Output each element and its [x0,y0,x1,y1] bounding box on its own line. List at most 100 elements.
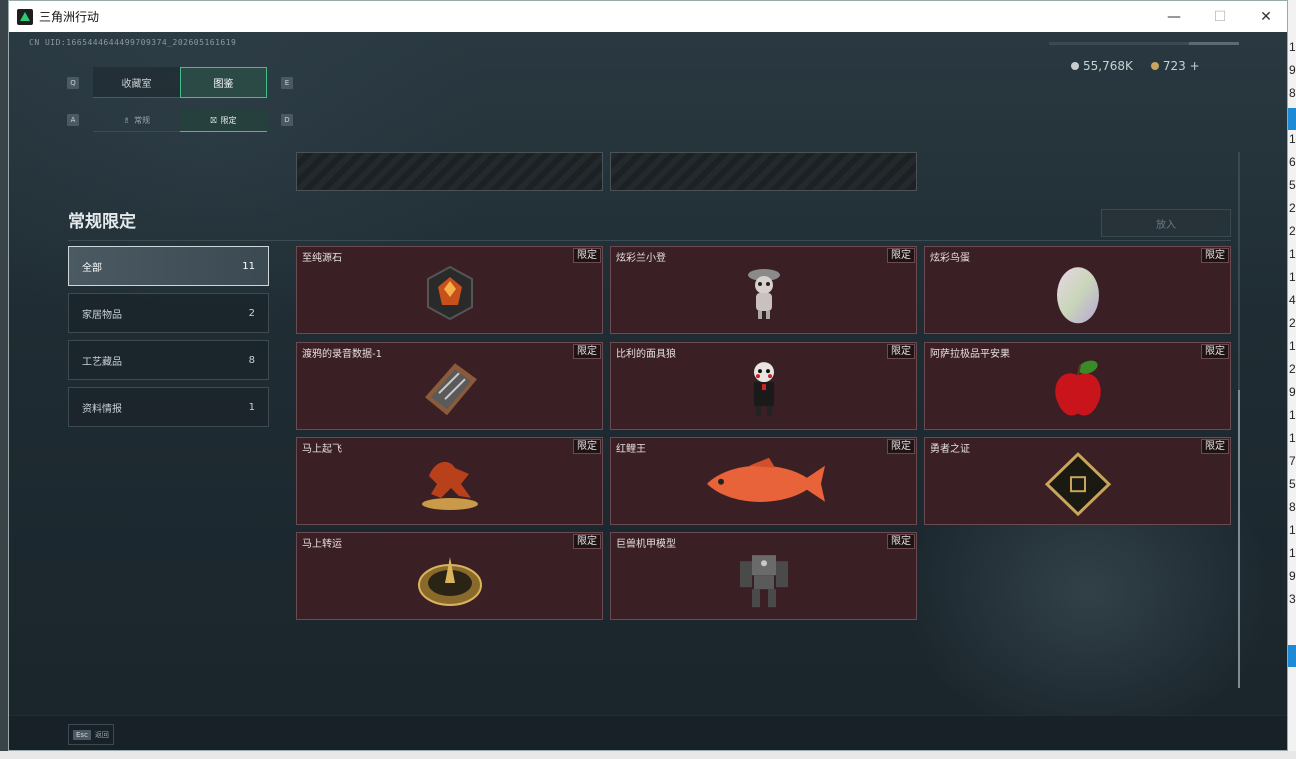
item-card[interactable]: 马上转运 限定 [296,532,603,620]
horse-icon [421,461,478,510]
limited-icon: ⛝ [210,115,217,125]
desktop-number: 1 [1289,339,1296,353]
desktop-number: 1 [1289,40,1296,54]
key-hint-d: D [281,114,293,126]
category-crafts[interactable]: 工艺藏品 8 [68,340,269,380]
carp-icon [706,457,825,502]
item-name: 比利的面具狼 [616,349,676,360]
desktop-number: 9 [1289,385,1296,399]
desktop-number: 2 [1289,201,1296,215]
previous-item-card[interactable] [610,152,917,191]
tab-collection-room[interactable]: 收藏室 [93,67,180,98]
category-intel[interactable]: 资料情报 1 [68,387,269,427]
puppet-icon [753,362,774,417]
maximize-button[interactable]: ☐ [1197,1,1243,32]
limited-badge: 限定 [573,344,601,359]
figurine-icon [747,269,780,319]
item-name: 至纯源石 [302,253,342,264]
scrollbar-thumb[interactable] [1238,390,1240,688]
limited-badge: 限定 [887,439,915,454]
category-all[interactable]: 全部 11 [68,246,269,286]
game-screen: CN UID:1665444644499709374_202605161619 … [9,32,1287,750]
item-name: 阿萨拉极品平安果 [930,349,1010,360]
desktop-number: 2 [1289,362,1296,376]
item-card[interactable]: 炫彩兰小登 限定 [610,246,917,334]
subtab-limited[interactable]: ⛝ 限定 [180,110,267,132]
gold-coin-icon [1150,62,1159,70]
item-name: 炫彩兰小登 [616,253,666,264]
previous-item-card[interactable] [296,152,603,191]
item-card[interactable]: 炫彩鸟蛋 限定 [924,246,1231,334]
subtab-regular[interactable]: ♗ 常规 [93,110,180,132]
compass-icon [417,557,482,606]
category-count: 1 [248,401,255,413]
item-name: 炫彩鸟蛋 [930,253,970,264]
silver-coin-icon [1071,62,1079,70]
item-card[interactable]: 巨兽机甲模型 限定 [610,532,917,620]
item-name: 勇者之证 [930,444,970,455]
gold-amount: 723 + [1162,59,1200,73]
section-title: 常规限定 [68,212,136,232]
silver-amount: 55,768K [1083,59,1133,73]
limited-badge: 限定 [887,248,915,263]
desktop-number: 4 [1289,293,1296,307]
desktop-number: 5 [1289,178,1296,192]
desktop-number: 2 [1289,224,1296,238]
item-card[interactable]: 至纯源石 限定 [296,246,603,334]
app-logo-icon [17,8,33,25]
esc-key-icon: Esc [73,729,91,740]
desktop-number: 1 [1289,408,1296,422]
key-hint-q: Q [67,77,79,89]
pawn-icon: ♗ [122,116,131,125]
section-divider [68,240,1231,241]
desktop-number: 7 [1289,454,1296,468]
item-card[interactable]: 马上起飞 限定 [296,437,603,525]
desktop-number: 6 [1289,155,1296,169]
category-furniture[interactable]: 家居物品 2 [68,293,269,333]
limited-badge: 限定 [1201,439,1229,454]
item-card[interactable]: 阿萨拉极品平安果 限定 [924,342,1231,430]
desktop-number: 1 [1289,132,1296,146]
desktop-number: 1 [1289,247,1296,261]
back-button[interactable]: Esc 返回 [68,724,114,745]
egg-icon [1056,267,1099,324]
item-card[interactable]: 勇者之证 限定 [924,437,1231,525]
limited-badge: 限定 [573,248,601,263]
category-label: 家居物品 [82,309,122,321]
desktop-highlight [1288,108,1296,130]
top-progress-line [1049,42,1239,45]
minimize-button[interactable]: — [1151,1,1197,32]
item-card[interactable]: 比利的面具狼 限定 [610,342,917,430]
item-name: 红鲤王 [616,444,646,455]
item-card[interactable]: 红鲤王 限定 [610,437,917,525]
put-in-button[interactable]: 放入 [1101,209,1231,237]
desktop-number: 1 [1289,523,1296,537]
desktop-number: 2 [1289,316,1296,330]
card-icon [1044,452,1111,517]
back-label: 返回 [94,730,109,739]
sub-tabs: ♗ 常规 ⛝ 限定 [93,110,267,132]
currency-gold[interactable]: 723 + [1150,59,1200,73]
title-bar: 三角洲行动 — ☐ ✕ [9,1,1287,32]
desktop-right-strip: 198165221142129117581193 [1288,0,1296,759]
tab-catalog[interactable]: 图鉴 [180,67,267,98]
app-window: 三角洲行动 — ☐ ✕ CN UID:1665444644499709374_2… [8,0,1288,751]
item-name: 马上转运 [302,539,342,550]
scrollbar[interactable] [1238,152,1240,688]
desktop-number: 3 [1289,592,1296,606]
item-name: 巨兽机甲模型 [616,539,676,550]
item-name: 渡鸦的录音数据-1 [302,349,382,360]
currency-silver[interactable]: 55,768K [1071,59,1133,73]
limited-badge: 限定 [1201,248,1229,263]
key-hint-a: A [67,114,79,126]
close-button[interactable]: ✕ [1243,1,1287,32]
desktop-bottom-strip [0,751,1296,759]
item-card[interactable]: 渡鸦的录音数据-1 限定 [296,342,603,430]
category-label: 全部 [82,262,102,274]
player-uid: CN UID:1665444644499709374_202605161619 [29,38,237,47]
limited-badge: 限定 [1201,344,1229,359]
desktop-number: 8 [1289,86,1296,100]
desktop-number: 1 [1289,546,1296,560]
desktop-number: 5 [1289,477,1296,491]
footer-bar: Esc 返回 [9,715,1287,750]
